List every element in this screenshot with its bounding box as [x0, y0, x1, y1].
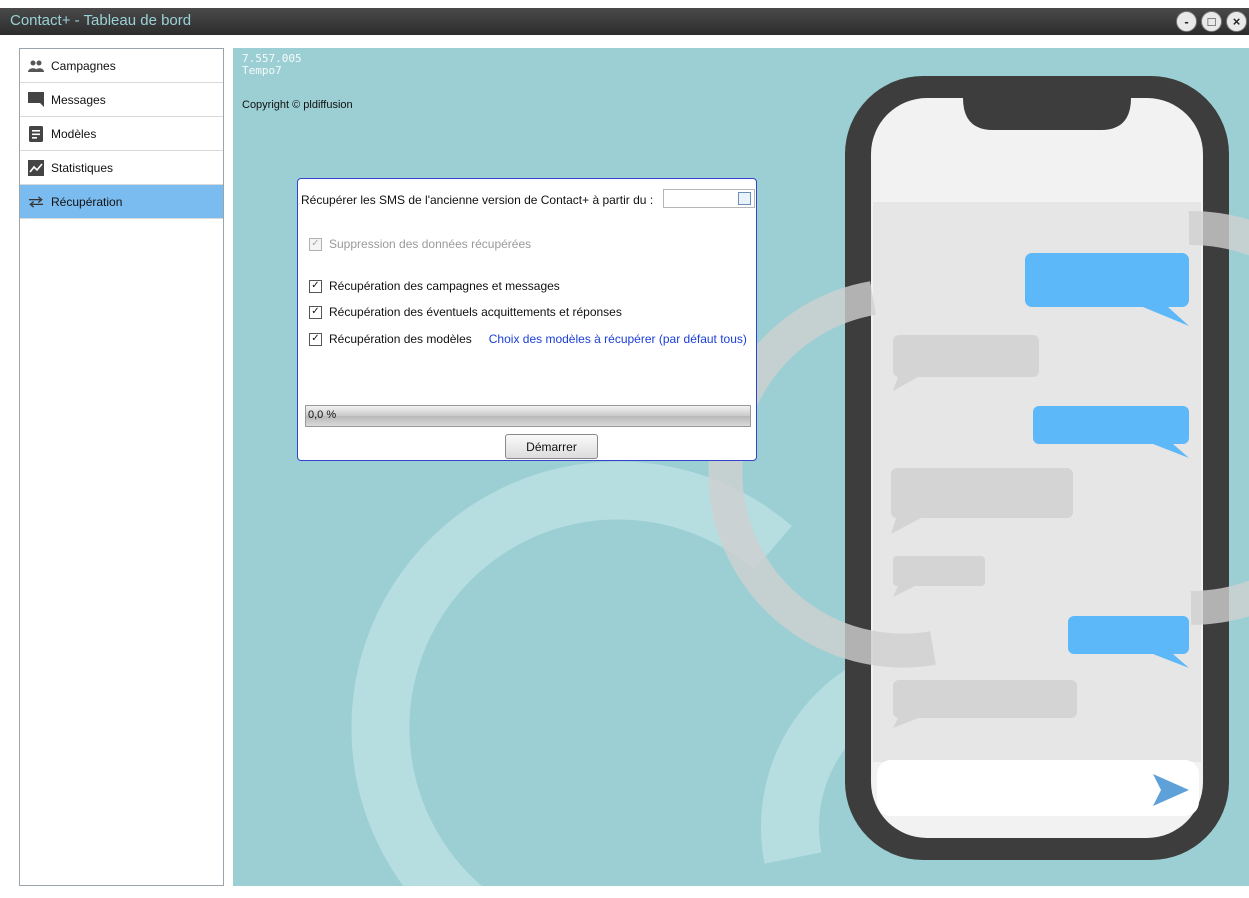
close-button[interactable]: ×: [1226, 11, 1247, 32]
choose-templates-link[interactable]: Choix des modèles à récupérer (par défau…: [489, 332, 747, 346]
phone-illustration: [351, 76, 1249, 886]
calendar-icon[interactable]: [738, 192, 751, 205]
sidebar-item-recuperation[interactable]: Récupération: [20, 185, 223, 219]
received-bubble: [893, 556, 985, 586]
window-title: Contact+ - Tableau de bord: [10, 12, 192, 29]
received-bubble: [893, 680, 1077, 718]
sidebar-item-messages[interactable]: Messages: [20, 83, 223, 117]
checkbox-acks-replies[interactable]: ✓: [309, 305, 322, 319]
sidebar-item-label: Récupération: [51, 194, 123, 209]
sidebar-item-statistiques[interactable]: Statistiques: [20, 151, 223, 185]
maximize-button[interactable]: □: [1201, 11, 1222, 32]
sent-bubble: [1068, 616, 1189, 654]
sidebar-item-label: Messages: [51, 92, 106, 107]
progress-text: 0,0 %: [308, 409, 337, 421]
compose-field: [877, 760, 1199, 816]
checkbox-delete-recovered: ✓: [309, 237, 322, 251]
recovery-panel: Récupérer les SMS de l'ancienne version …: [297, 178, 757, 461]
option-templates[interactable]: ✓ Récupération des modèles Choix des mod…: [309, 332, 747, 346]
received-bubble: [891, 468, 1073, 518]
people-icon: [28, 58, 44, 74]
option-label: Récupération des éventuels acquittements…: [329, 305, 622, 319]
option-label: Récupération des campagnes et messages: [329, 279, 560, 293]
document-icon: [28, 125, 44, 142]
sent-bubble: [1033, 406, 1189, 444]
sidebar-item-modeles[interactable]: Modèles: [20, 117, 223, 151]
received-bubble: [893, 335, 1039, 377]
transfer-icon: [28, 194, 44, 210]
watermark-arc: [351, 461, 792, 886]
sidebar-item-label: Modèles: [51, 126, 97, 141]
sidebar-item-label: Statistiques: [51, 160, 114, 175]
checkbox-templates[interactable]: ✓: [309, 332, 322, 346]
date-picker[interactable]: [663, 189, 755, 208]
sidebar-item-label: Campagnes: [51, 58, 116, 73]
option-acks-replies[interactable]: ✓ Récupération des éventuels acquittemen…: [309, 305, 622, 319]
minimize-icon: -: [1184, 14, 1189, 29]
recovery-from-label: Récupérer les SMS de l'ancienne version …: [301, 193, 654, 207]
chart-icon: [28, 159, 44, 176]
chat-icon: [28, 92, 44, 108]
main-panel: 7.557.005 Tempo7 Copyright © pldiffusion…: [233, 48, 1249, 886]
option-label: Récupération des modèles: [329, 332, 472, 346]
option-delete-recovered: ✓ Suppression des données récupérées: [309, 237, 531, 251]
version-info: 7.557.005 Tempo7: [242, 53, 302, 77]
title-bar: Contact+ - Tableau de bord - □ ×: [0, 8, 1249, 35]
sent-bubble: [1025, 253, 1189, 307]
minimize-button[interactable]: -: [1176, 11, 1197, 32]
sidebar-item-campagnes[interactable]: Campagnes: [20, 49, 223, 83]
build-name: Tempo7: [242, 64, 282, 77]
option-campaigns-messages[interactable]: ✓ Récupération des campagnes et messages: [309, 279, 560, 293]
checkbox-campaigns-messages[interactable]: ✓: [309, 279, 322, 293]
start-button[interactable]: Démarrer: [505, 434, 598, 459]
copyright-text: Copyright © pldiffusion: [242, 99, 353, 111]
maximize-icon: □: [1207, 14, 1216, 29]
phone-speaker: [1015, 110, 1047, 115]
recovery-progress-bar: 0,0 %: [305, 405, 751, 427]
sidebar: Campagnes Messages Modèles Statistiques …: [19, 48, 224, 886]
option-label: Suppression des données récupérées: [329, 237, 532, 251]
close-icon: ×: [1232, 14, 1241, 29]
